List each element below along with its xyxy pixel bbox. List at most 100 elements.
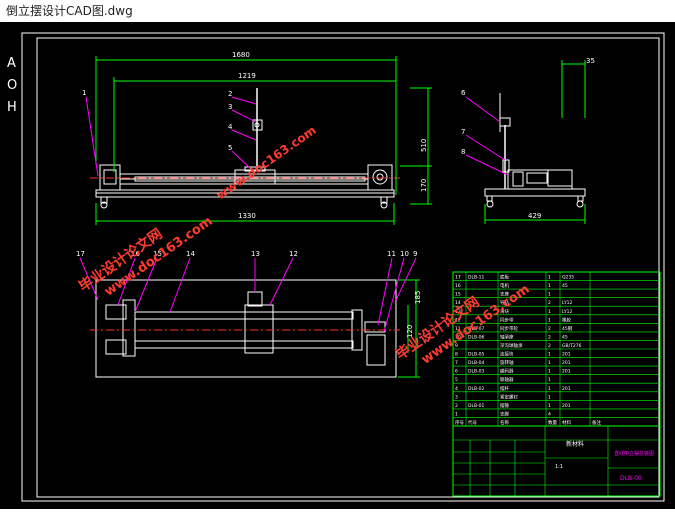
- bom-cell: 201: [562, 386, 571, 392]
- bom-cell: 1: [548, 317, 551, 323]
- balloon-14: 14: [186, 250, 195, 258]
- balloon-9: 9: [413, 250, 417, 258]
- bom-cell: 2: [548, 343, 551, 349]
- bom-cell: 1: [548, 309, 551, 315]
- balloon-2: 2: [228, 90, 232, 98]
- bom-cell: 旋转轴: [500, 359, 514, 366]
- bom-cell: 17: [455, 275, 461, 281]
- bom-cell: 同步带轮: [500, 325, 518, 332]
- bom-cell: 联轴器: [500, 376, 514, 383]
- bom-cell: 45: [562, 334, 568, 340]
- bom-header-cell: 序号: [455, 419, 464, 426]
- balloon-8: 8: [461, 148, 465, 156]
- balloon-4: 4: [228, 123, 233, 131]
- bom-cell: 15: [455, 292, 461, 298]
- window-title: 倒立摆设计CAD图.dwg: [6, 4, 133, 18]
- bom-cell: 6: [455, 369, 458, 375]
- ucs-letter-h: H: [7, 100, 17, 115]
- side-view: [484, 93, 586, 208]
- dim-side-top: 35: [586, 57, 595, 65]
- bom-cell: 2: [455, 403, 458, 409]
- bom-cell: 1: [548, 275, 551, 281]
- title-block: 新材料 直线倒立摆总装图 DLB-00 1:1: [452, 425, 661, 497]
- bom-cell: 4: [455, 386, 458, 392]
- bom-cell: 1: [548, 292, 551, 298]
- title-block-scale: 1:1: [555, 464, 563, 470]
- bom-cell: DLB-05: [468, 352, 485, 358]
- balloon-6: 6: [461, 89, 466, 97]
- ucs-icon: A O H: [7, 56, 17, 115]
- bom-cell: 深沟球轴承: [500, 342, 523, 349]
- balloon-1: 1: [82, 89, 86, 97]
- balloon-7: 7: [461, 128, 465, 136]
- balloon-17: 17: [76, 250, 85, 258]
- bom-cell: 45钢: [562, 325, 573, 332]
- bom-cell: GB/T276: [562, 343, 582, 349]
- window-titlebar: 倒立摆设计CAD图.dwg: [0, 0, 675, 22]
- bom-cell: DLB-11: [468, 275, 485, 281]
- balloon-3: 3: [228, 103, 232, 111]
- bom-cell: 摆锤: [500, 402, 509, 409]
- side-view-balloons: 6 7 8: [461, 89, 466, 156]
- bom-cell: 1: [548, 394, 551, 400]
- bom-header-cell: 材料: [562, 419, 571, 426]
- bom-cell: 1: [548, 369, 551, 375]
- bom-cell: 紧定螺钉: [500, 393, 518, 400]
- dim-low-height: 170: [420, 179, 428, 192]
- bom-header-cell: 备注: [592, 419, 601, 426]
- bom-cell: DLB-04: [468, 360, 485, 366]
- bom-cell: 1: [455, 411, 458, 417]
- cad-drawing-svg[interactable]: A O H 1680 1219 1330 510 170 1 2 3 4 5 3…: [0, 22, 675, 509]
- bom-cell: 1: [548, 403, 551, 409]
- bom-cell: 1: [548, 377, 551, 383]
- balloon-12: 12: [289, 250, 298, 258]
- front-view-balloons: 1 2 3 4 5: [82, 89, 233, 152]
- svg-text:www.doc163.com: www.doc163.com: [214, 123, 319, 202]
- bom-cell: 底板: [500, 274, 509, 281]
- bom-table: 17 DLB-11 底板 1 Q23516 电机 1 4515 支座 114 导轨 2 LY1213 滑块…: [452, 271, 661, 427]
- bom-cell: 轴承座: [500, 333, 514, 340]
- title-block-drawing-number: DLB-00: [620, 475, 642, 482]
- bom-cell: 16: [455, 283, 461, 289]
- bom-cell: 2: [548, 334, 551, 340]
- front-view-dim-labels: 1680 1219 1330 510 170: [232, 51, 428, 220]
- bom-cell: 2: [548, 300, 551, 306]
- bom-cell: 3: [455, 394, 458, 400]
- plan-view: [90, 279, 400, 378]
- bom-cell: 7: [455, 360, 458, 366]
- bom-cell: 201: [562, 403, 571, 409]
- bom-cell: 摆杆: [500, 385, 509, 392]
- bom-cell: 201: [562, 352, 571, 358]
- bom-cell: 电机: [500, 282, 509, 289]
- front-view-dimensions: [95, 56, 432, 225]
- side-view-leaders: [465, 96, 509, 176]
- bom-cell: 支脚: [500, 410, 509, 417]
- bom-cell: LY12: [562, 300, 573, 306]
- dim-side-base: 429: [528, 212, 541, 220]
- cad-drawing-canvas[interactable]: A O H 1680 1219 1330 510 170 1 2 3 4 5 3…: [0, 22, 675, 509]
- title-block-material: 新材料: [566, 440, 584, 448]
- balloon-10: 10: [400, 250, 409, 258]
- side-view-dimensions: [484, 60, 586, 224]
- dim-base-length: 1330: [238, 212, 256, 220]
- bom-cell: 45: [562, 283, 568, 289]
- bom-cell: DLB-01: [468, 403, 485, 409]
- ucs-letter-a: A: [7, 56, 16, 71]
- bom-cell: 橡胶: [562, 316, 571, 323]
- bom-cell: Q235: [562, 275, 574, 281]
- bom-cell: 201: [562, 360, 571, 366]
- dim-total-height: 510: [420, 139, 428, 152]
- bom-cell: 编码器: [500, 368, 514, 375]
- balloon-11: 11: [387, 250, 396, 258]
- watermark-2: www.doc163.com: [214, 123, 319, 202]
- front-view: [90, 88, 400, 209]
- bom-header-cell: 代号: [468, 419, 477, 426]
- bom-cell: 5: [455, 377, 458, 383]
- bom-cell: 201: [562, 369, 571, 375]
- bom-cell: 同步带: [500, 317, 514, 323]
- balloon-5: 5: [228, 144, 232, 152]
- bom-cell: 2: [548, 326, 551, 332]
- dim-upper-length: 1219: [238, 72, 256, 80]
- bom-cell: DLB-02: [468, 386, 485, 392]
- bom-cell: 1: [548, 283, 551, 289]
